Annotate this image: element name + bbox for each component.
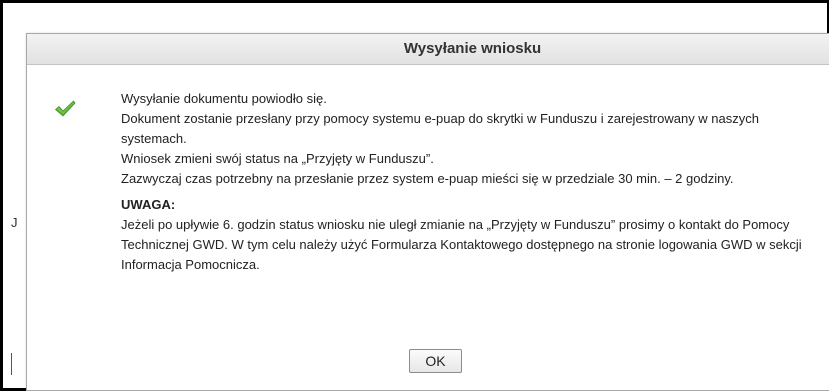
ok-button[interactable]: OK — [409, 349, 462, 373]
dialog-message: Wysyłanie dokumentu powiodło się. Dokume… — [121, 89, 821, 275]
message-line-duration: Zazwyczaj czas potrzebny na przesłanie p… — [121, 171, 734, 186]
message-line-success: Wysyłanie dokumentu powiodło się. — [121, 91, 327, 106]
background-divider — [11, 353, 12, 375]
checkmark-icon — [55, 100, 76, 117]
warning-text: Jeżeli po upływie 6. godzin status wnios… — [121, 217, 802, 272]
background-text-fragment: J — [11, 215, 18, 230]
window-frame: J Wysyłanie wniosku Wysyłanie dokumentu … — [0, 0, 829, 391]
send-application-dialog: Wysyłanie wniosku Wysyłanie dokumentu po… — [26, 33, 829, 391]
warning-label: UWAGA: — [121, 197, 176, 212]
dialog-titlebar[interactable]: Wysyłanie wniosku — [27, 34, 829, 65]
message-line-document: Dokument zostanie przesłany przy pomocy … — [121, 111, 759, 146]
dialog-title: Wysyłanie wniosku — [403, 40, 542, 57]
message-line-status: Wniosek zmieni swój status na „Przyjęty … — [121, 151, 434, 166]
